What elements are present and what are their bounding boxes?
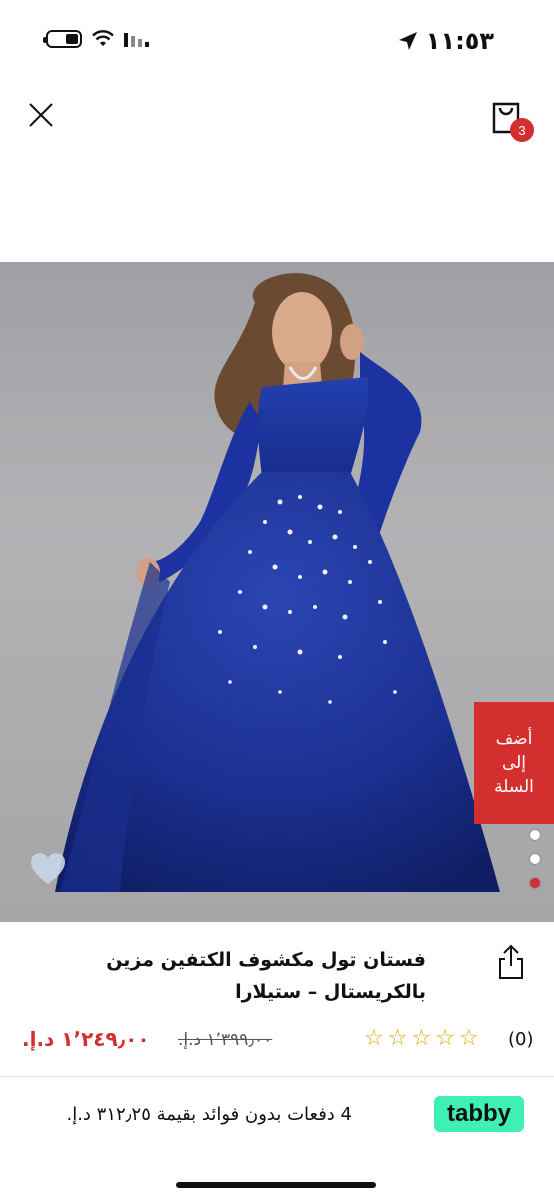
status-icons (43, 30, 154, 48)
signal-icon (124, 33, 149, 47)
status-time: ١١:٥٣ (425, 27, 494, 55)
close-icon[interactable] (26, 100, 56, 130)
star-empty-icon: ☆ (411, 1026, 432, 1051)
status-bar: ١١:٥٣ (0, 0, 554, 80)
tabby-installments-text[interactable]: 4 دفعات بدون فوائد بقيمة ٣١٢٫٢٥ د.إ. (22, 1104, 352, 1125)
product-image[interactable] (0, 262, 554, 922)
star-empty-icon: ☆ (435, 1026, 455, 1051)
home-indicator (176, 1182, 376, 1188)
dress-illustration (55, 273, 500, 892)
heart-icon[interactable] (30, 852, 66, 886)
star-empty-icon: ☆ (364, 1026, 384, 1051)
divider (0, 1076, 554, 1077)
battery-icon (43, 30, 82, 48)
pagination-dot[interactable] (530, 830, 540, 840)
price-current: ١٬٢٤٩٫٠٠ د.إ. (22, 1027, 150, 1051)
star-empty-icon: ☆ (387, 1026, 408, 1051)
rating-stars[interactable]: ☆ ☆ ☆ ☆ ☆ (364, 1026, 479, 1052)
wifi-icon (92, 30, 114, 46)
cart-count-badge[interactable]: 3 (510, 118, 534, 142)
pagination-dot[interactable] (530, 854, 540, 864)
product-title: فستان تول مكشوف الكتفين مزين بالكريستال … (106, 949, 426, 1003)
price-original: ١٬٣٩٩٫٠٠ د.إ. (178, 1030, 273, 1050)
add-to-cart-label: أضف إلى السلة (494, 729, 534, 797)
rating-count[interactable]: (0) (508, 1029, 534, 1050)
status-time-group: ١١:٥٣ (398, 27, 494, 55)
add-to-cart-button[interactable]: أضف إلى السلة (474, 702, 554, 824)
share-icon[interactable] (496, 944, 526, 980)
pagination-dot-active[interactable] (530, 878, 540, 888)
location-arrow-icon (398, 32, 417, 50)
tabby-logo[interactable]: tabby (434, 1096, 524, 1132)
star-empty-icon: ☆ (458, 1026, 479, 1051)
